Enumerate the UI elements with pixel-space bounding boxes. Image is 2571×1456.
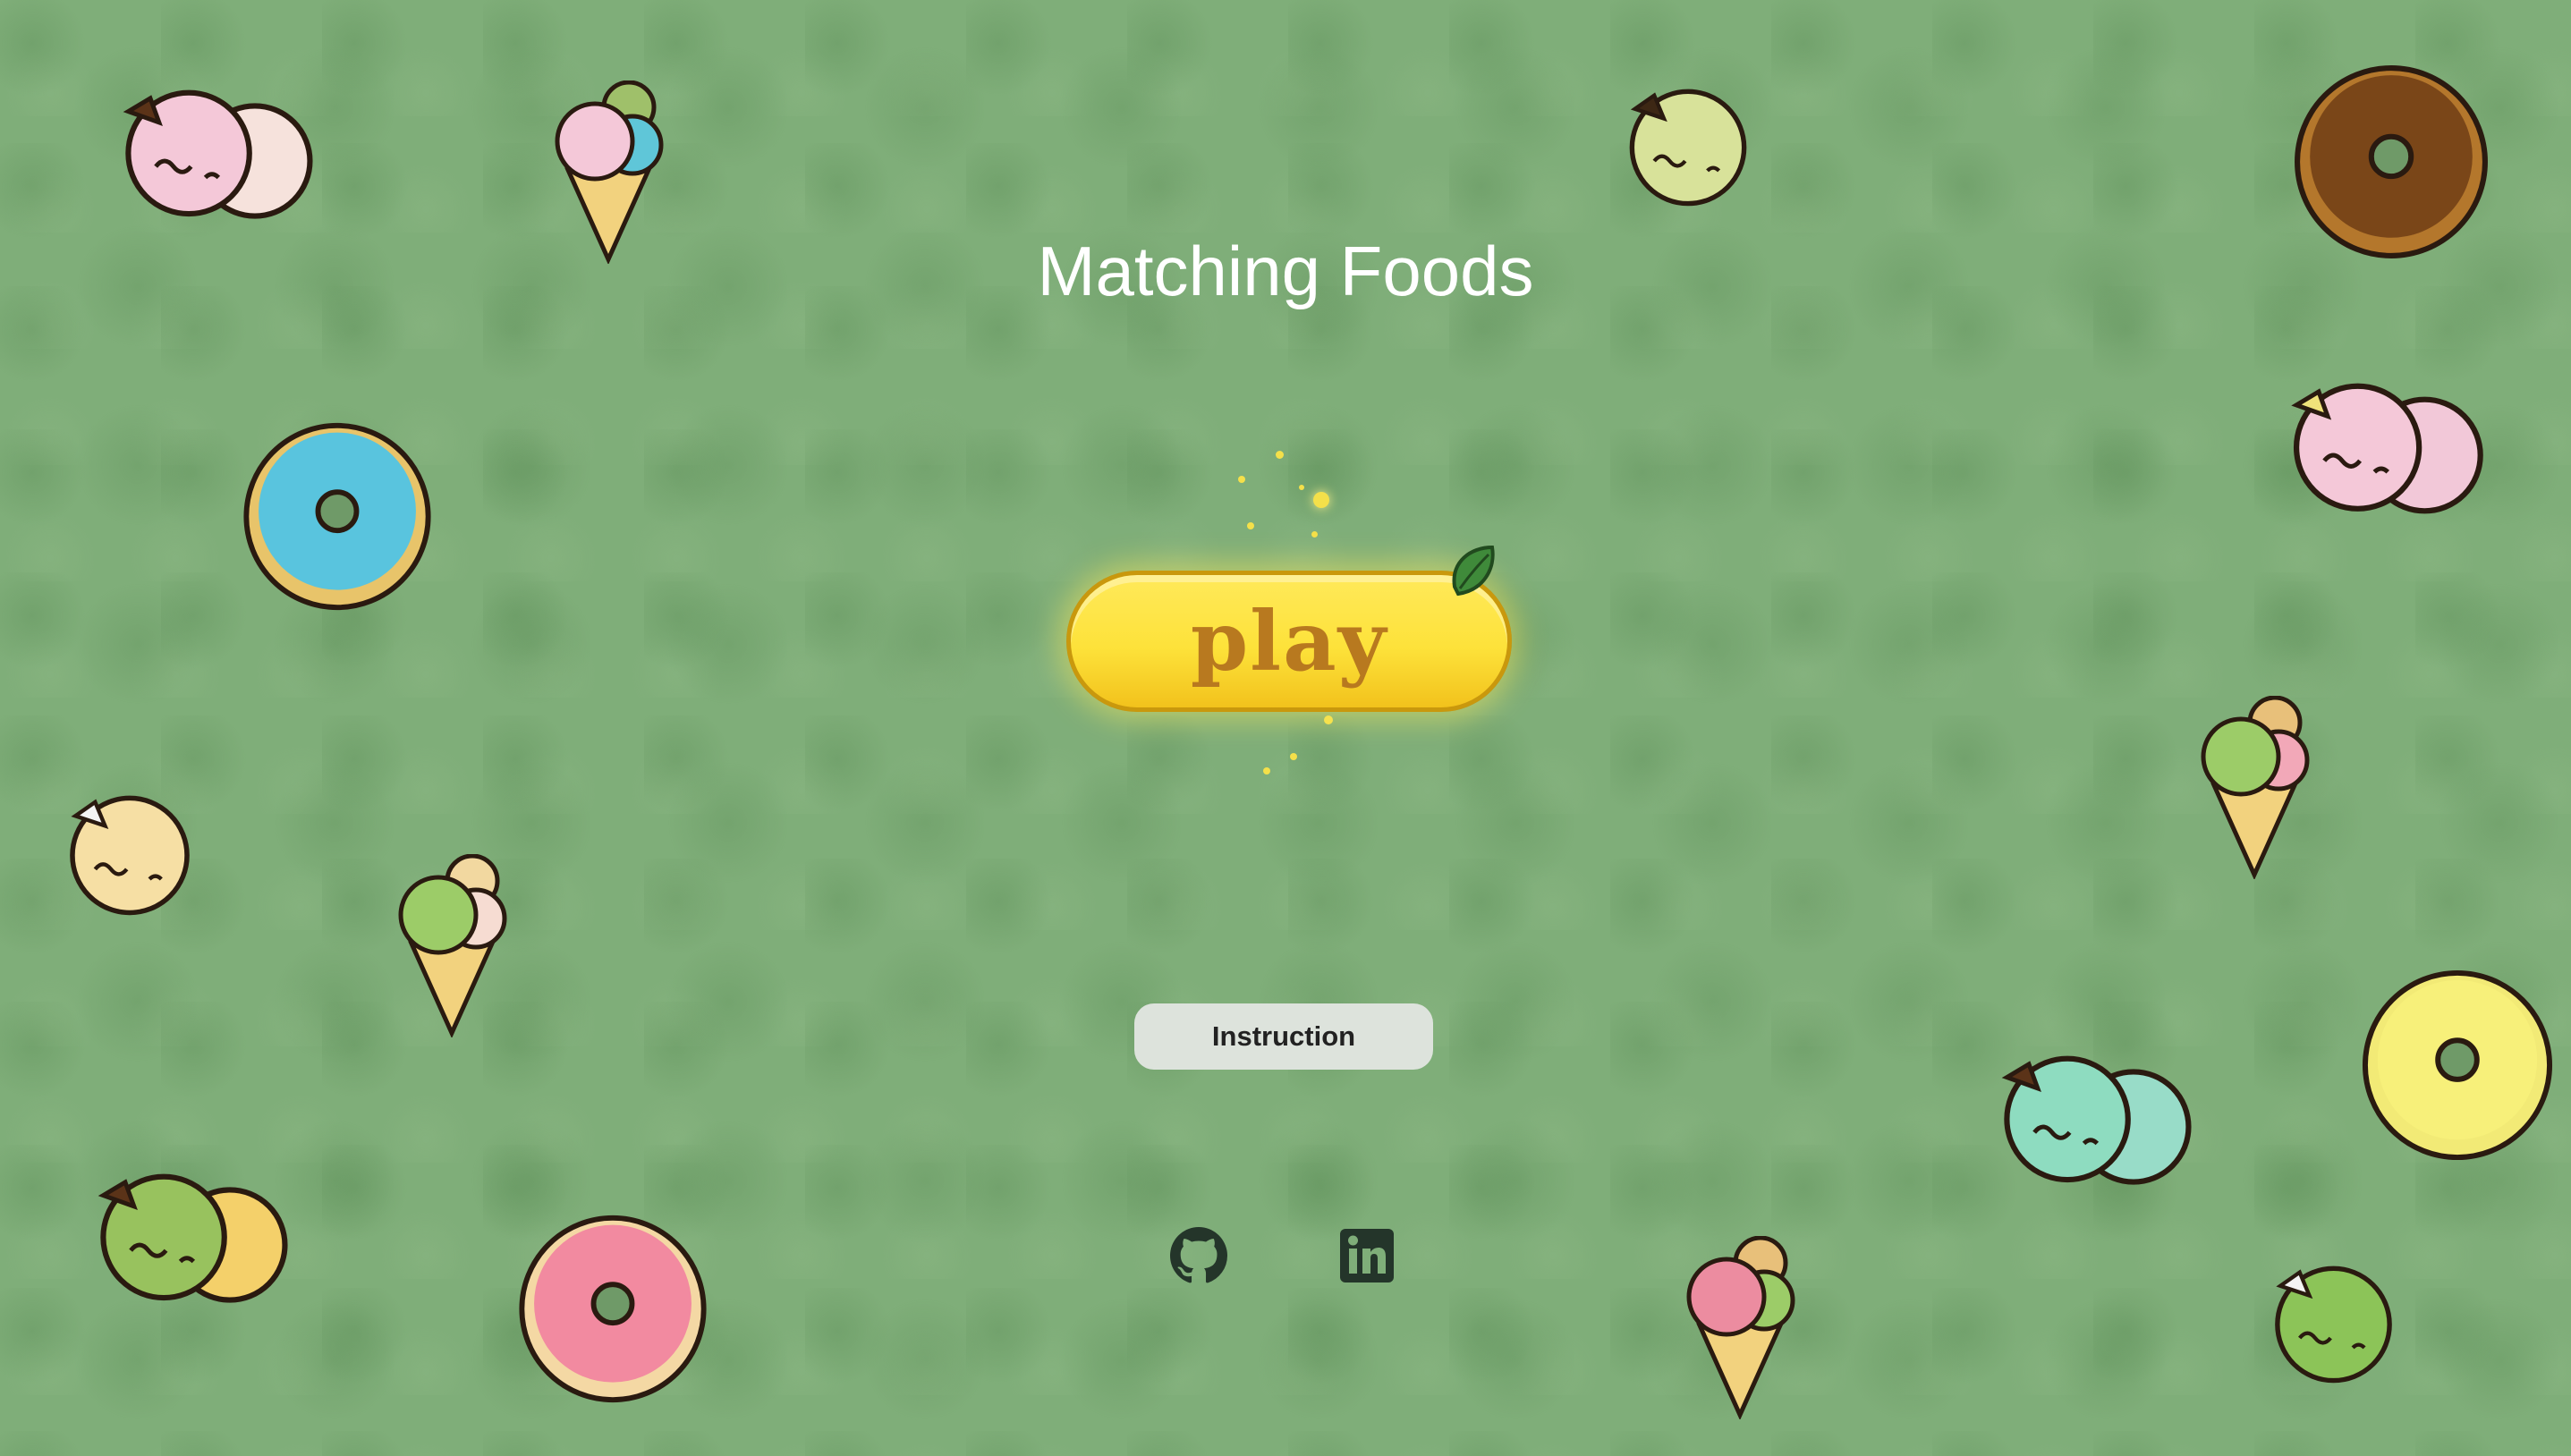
ice-cream-scoops-icon: [89, 1173, 304, 1316]
sparkle: [1247, 522, 1254, 529]
mint-leaf-icon: [1452, 545, 1495, 597]
sparkle: [1238, 476, 1245, 483]
sparkle: [1324, 715, 1333, 724]
ice-cream-cone-icon: [2196, 696, 2321, 879]
ice-cream-scoop-icon: [1621, 88, 1755, 208]
ice-cream-scoop-icon: [2269, 1265, 2398, 1385]
play-area: play: [1029, 429, 1530, 805]
sparkle: [1313, 492, 1329, 508]
play-button[interactable]: play: [1066, 571, 1512, 712]
ice-cream-scoop-icon: [63, 794, 197, 918]
linkedin-link[interactable]: [1338, 1227, 1396, 1284]
ice-cream-scoops-icon: [2283, 383, 2499, 528]
github-link[interactable]: [1170, 1227, 1227, 1284]
ice-cream-scoops-icon: [115, 89, 329, 233]
instruction-button[interactable]: Instruction: [1134, 1003, 1433, 1070]
game-title: Matching Foods: [1037, 232, 1534, 310]
sparkle: [1311, 531, 1318, 538]
sparkle: [1299, 485, 1304, 490]
ice-cream-cone-icon: [394, 854, 519, 1037]
sparkle: [1276, 451, 1284, 459]
donut-icon: [238, 420, 437, 613]
sparkle: [1263, 767, 1270, 775]
donut-icon: [513, 1213, 712, 1405]
ice-cream-scoops-icon: [1993, 1055, 2208, 1198]
sparkle: [1290, 753, 1297, 760]
ice-cream-cone-icon: [1682, 1236, 1807, 1419]
linkedin-icon: [1340, 1229, 1394, 1282]
github-icon: [1170, 1227, 1227, 1283]
donut-icon: [2358, 968, 2557, 1163]
